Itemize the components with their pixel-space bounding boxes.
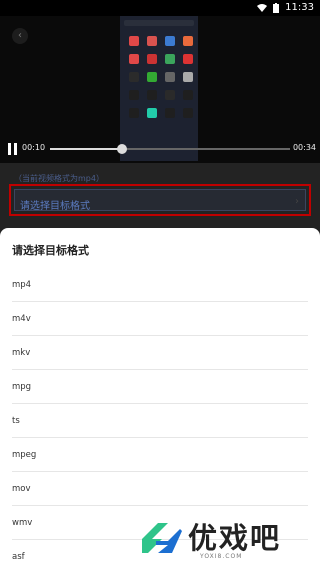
format-option-ts[interactable]: ts: [12, 404, 308, 438]
back-arrow-icon[interactable]: ‹: [12, 28, 28, 44]
video-player[interactable]: ‹ 00:10 00:34: [0, 16, 320, 163]
format-option-mov[interactable]: mov: [12, 472, 308, 506]
watermark-logo-icon: [142, 523, 182, 553]
select-field[interactable]: 请选择目标格式 ›: [14, 189, 306, 212]
format-option-mp4[interactable]: mp4: [12, 268, 308, 302]
watermark-brand: 优戏吧: [188, 521, 282, 555]
battery-icon: [273, 2, 280, 13]
target-format-select[interactable]: 请选择目标格式 ›: [9, 184, 311, 216]
video-frame: [120, 16, 198, 161]
wifi-icon: [257, 3, 268, 12]
format-option-mpeg[interactable]: mpeg: [12, 438, 308, 472]
format-panel: （当前视频格式为mp4） 请选择目标格式 ›: [0, 163, 320, 235]
current-time: 00:10: [22, 143, 46, 152]
format-option-mkv[interactable]: mkv: [12, 336, 308, 370]
chevron-right-icon: ›: [295, 196, 299, 207]
sheet-title: 请选择目标格式: [12, 244, 89, 257]
pause-icon[interactable]: [8, 143, 18, 155]
total-time: 00:34: [292, 143, 316, 152]
current-format-text: （当前视频格式为mp4）: [14, 174, 104, 183]
progress-knob[interactable]: [117, 144, 127, 154]
watermark-url: YOXI8.COM: [200, 553, 243, 560]
status-icons: 11:33: [257, 2, 314, 13]
status-time: 11:33: [285, 2, 314, 13]
select-placeholder: 请选择目标格式: [20, 201, 90, 212]
format-option-m4v[interactable]: m4v: [12, 302, 308, 336]
progress-slider[interactable]: [50, 144, 290, 154]
format-option-mpg[interactable]: mpg: [12, 370, 308, 404]
watermark: 优戏吧 YOXI8.COM: [138, 515, 314, 563]
player-controls: 00:10 00:34: [0, 141, 320, 157]
progress-fill: [50, 148, 122, 150]
status-bar: 11:33: [0, 0, 320, 16]
